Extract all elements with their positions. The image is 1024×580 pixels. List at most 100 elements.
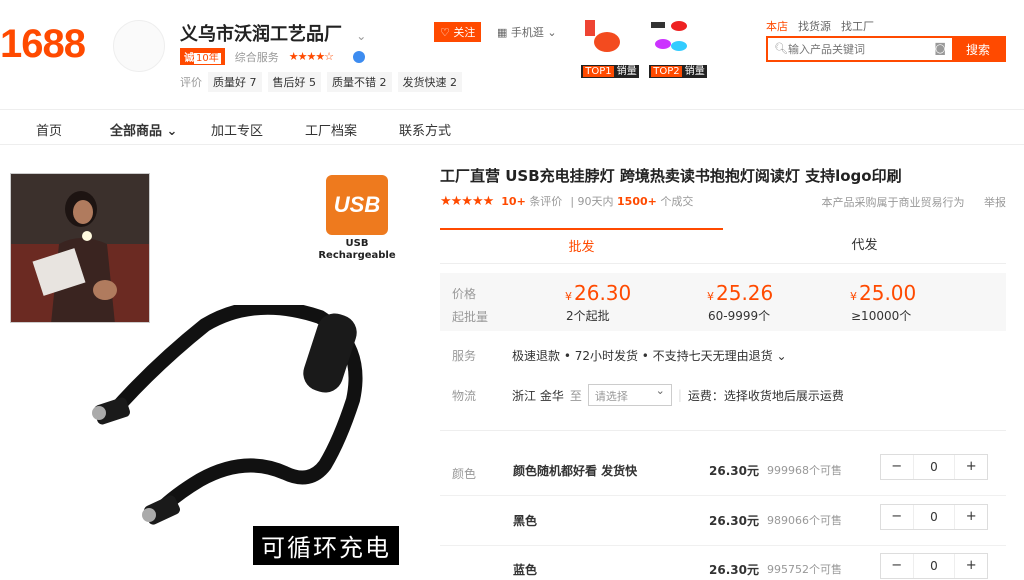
eval-tag[interactable]: 发货快速 2	[397, 72, 462, 92]
currency-symbol: ¥	[850, 290, 857, 303]
tier-price: ¥25.00	[850, 281, 916, 305]
plus-button[interactable]: +	[955, 505, 987, 529]
separator: |	[677, 388, 682, 402]
usb-badge: USB	[326, 175, 388, 235]
variant-name: 黑色	[513, 514, 538, 528]
variant-row: 黑色 26.30元 989066个可售 − 0 +	[440, 496, 1006, 546]
variant-price: 26.30元	[709, 514, 759, 528]
moq-label: 起批量	[452, 310, 489, 324]
minus-button[interactable]: −	[881, 455, 913, 479]
camera-icon[interactable]: ◙	[934, 41, 946, 55]
price-label: 价格	[452, 287, 477, 301]
sales-count: 1500+	[617, 195, 657, 208]
rank-text: TOP1	[583, 66, 614, 77]
divider	[440, 430, 1006, 431]
purchase-mode-tabs: 批发 代发	[440, 228, 1006, 264]
eval-label: 评价	[180, 76, 202, 89]
plus-button[interactable]: +	[955, 455, 987, 479]
to-label: 至	[569, 388, 582, 403]
rank-text: TOP2	[651, 66, 682, 77]
variant-stock: 989066个可售	[767, 514, 842, 527]
quantity-input[interactable]: 0	[912, 505, 956, 529]
variant-stock: 999968个可售	[767, 464, 842, 477]
top-product-thumb[interactable]: TOP1 销量	[581, 18, 639, 78]
plus-button[interactable]: +	[955, 554, 987, 578]
minus-button[interactable]: −	[881, 505, 913, 529]
shop-cert-row: 诚 10年 综合服务 ★★★★☆	[180, 48, 366, 65]
shipping-note: 运费：选择收货地后展示运费	[687, 388, 844, 403]
search-tab-store[interactable]: 本店	[766, 18, 788, 34]
minus-button[interactable]: −	[881, 554, 913, 578]
chevron-down-icon[interactable]: ⌄	[356, 29, 366, 43]
service-text[interactable]: 极速退款 • 72小时发货 • 不支持七天无理由退货 ⌄	[512, 347, 787, 364]
cert-badge-prefix: 诚	[184, 53, 194, 64]
mobile-browse-link[interactable]: ▦ 手机逛 ⌄	[497, 24, 557, 40]
neck-light-product-image	[92, 305, 363, 525]
cert-badge: 诚 10年	[180, 48, 225, 65]
variant-price: 26.30元	[709, 464, 759, 478]
tier-price-value: 25.26	[716, 281, 774, 305]
product-inset-photo	[10, 173, 150, 323]
trade-notice: 本产品采购属于商业贸易行为	[821, 196, 965, 209]
service-label: 服务	[452, 349, 477, 363]
eval-tag[interactable]: 质量好 7	[208, 72, 262, 92]
search-button[interactable]: 搜索	[952, 38, 1004, 60]
top-rank-label: TOP1 销量	[581, 65, 639, 78]
rank-tag: 销量	[684, 66, 705, 77]
woman-reading-photo	[11, 174, 149, 322]
tier-price: ¥25.26	[707, 281, 773, 305]
currency-symbol: ¥	[707, 290, 714, 303]
store-nav: 首页 全部商品 ⌄ 加工专区 工厂档案 联系方式	[0, 109, 1024, 145]
nav-contact[interactable]: 联系方式	[399, 120, 451, 139]
usb-caption: USB Rechargeable	[318, 238, 396, 261]
shop-avatar[interactable]	[113, 20, 165, 72]
wangwang-chat-icon[interactable]	[353, 50, 366, 63]
search-icon: 🔍︎	[774, 42, 788, 55]
report-link[interactable]: 举报	[984, 196, 1006, 209]
sales-post: 个成交	[660, 195, 694, 208]
top-product-thumb[interactable]: TOP2 销量	[649, 18, 707, 78]
search-scope-tabs: 本店 找货源 找工厂	[766, 18, 874, 34]
quantity-input[interactable]: 0	[912, 554, 956, 578]
shop-name-text[interactable]: 义乌市沃润工艺品厂	[180, 24, 342, 45]
product-thumbnail-icon	[585, 20, 620, 52]
quantity-stepper: − 0 +	[880, 454, 988, 480]
video-subtitle: 可循环充电	[253, 526, 399, 565]
variant-price: 26.30元	[709, 563, 759, 577]
top-rank-label: TOP2 销量	[649, 65, 707, 78]
product-notice-row: 本产品采购属于商业贸易行为 举报	[806, 194, 1007, 210]
product-title: 工厂直营 USB充电挂脖灯 跨境热卖读书抱抱灯阅读灯 支持logo印刷	[440, 167, 902, 185]
price-panel: 价格 起批量 ¥26.30 2个起批 ¥25.26 60-9999个 ¥25.0…	[440, 273, 1006, 331]
eval-tag[interactable]: 质量不错 2	[327, 72, 392, 92]
tier-range: 60-9999个	[708, 309, 771, 323]
tier-price-value: 25.00	[859, 281, 917, 305]
quantity-stepper: − 0 +	[880, 504, 988, 530]
follow-button[interactable]: ♡ 关注	[434, 22, 482, 42]
search-tab-factory[interactable]: 找工厂	[841, 18, 874, 34]
tab-dropship[interactable]: 代发	[723, 228, 1006, 263]
search-tab-source[interactable]: 找货源	[798, 18, 831, 34]
review-count: 10+	[501, 195, 526, 208]
destination-select[interactable]: 请选择	[587, 384, 672, 406]
sales-wrap: | 90天内 1500+ 个成交	[570, 195, 694, 208]
nav-factory-profile[interactable]: 工厂档案	[305, 120, 357, 139]
quantity-input[interactable]: 0	[912, 455, 956, 479]
eval-tag[interactable]: 售后好 5	[267, 72, 321, 92]
search-bar: 🔍︎ ◙ 搜索	[766, 36, 1006, 62]
tier-range: 2个起批	[566, 309, 610, 323]
review-count-wrap[interactable]: 10+ 条评价	[501, 193, 562, 209]
product-thumbnail-icon	[651, 21, 687, 51]
review-label: 条评价	[529, 195, 563, 208]
rank-tag: 销量	[616, 66, 637, 77]
shop-name[interactable]: 义乌市沃润工艺品厂 ⌄	[180, 20, 366, 46]
product-rating-row: ★★★★★ 10+ 条评价 | 90天内 1500+ 个成交	[440, 193, 693, 209]
quantity-stepper: − 0 +	[880, 553, 988, 579]
site-logo[interactable]: 1688	[0, 22, 86, 67]
nav-processing[interactable]: 加工专区	[211, 120, 263, 139]
nav-all-products[interactable]: 全部商品 ⌄	[110, 120, 177, 139]
search-input[interactable]	[768, 38, 952, 60]
tier-price-value: 26.30	[574, 281, 632, 305]
logistics-label: 物流	[452, 389, 477, 403]
tab-wholesale[interactable]: 批发	[440, 228, 723, 263]
nav-home[interactable]: 首页	[36, 120, 62, 139]
